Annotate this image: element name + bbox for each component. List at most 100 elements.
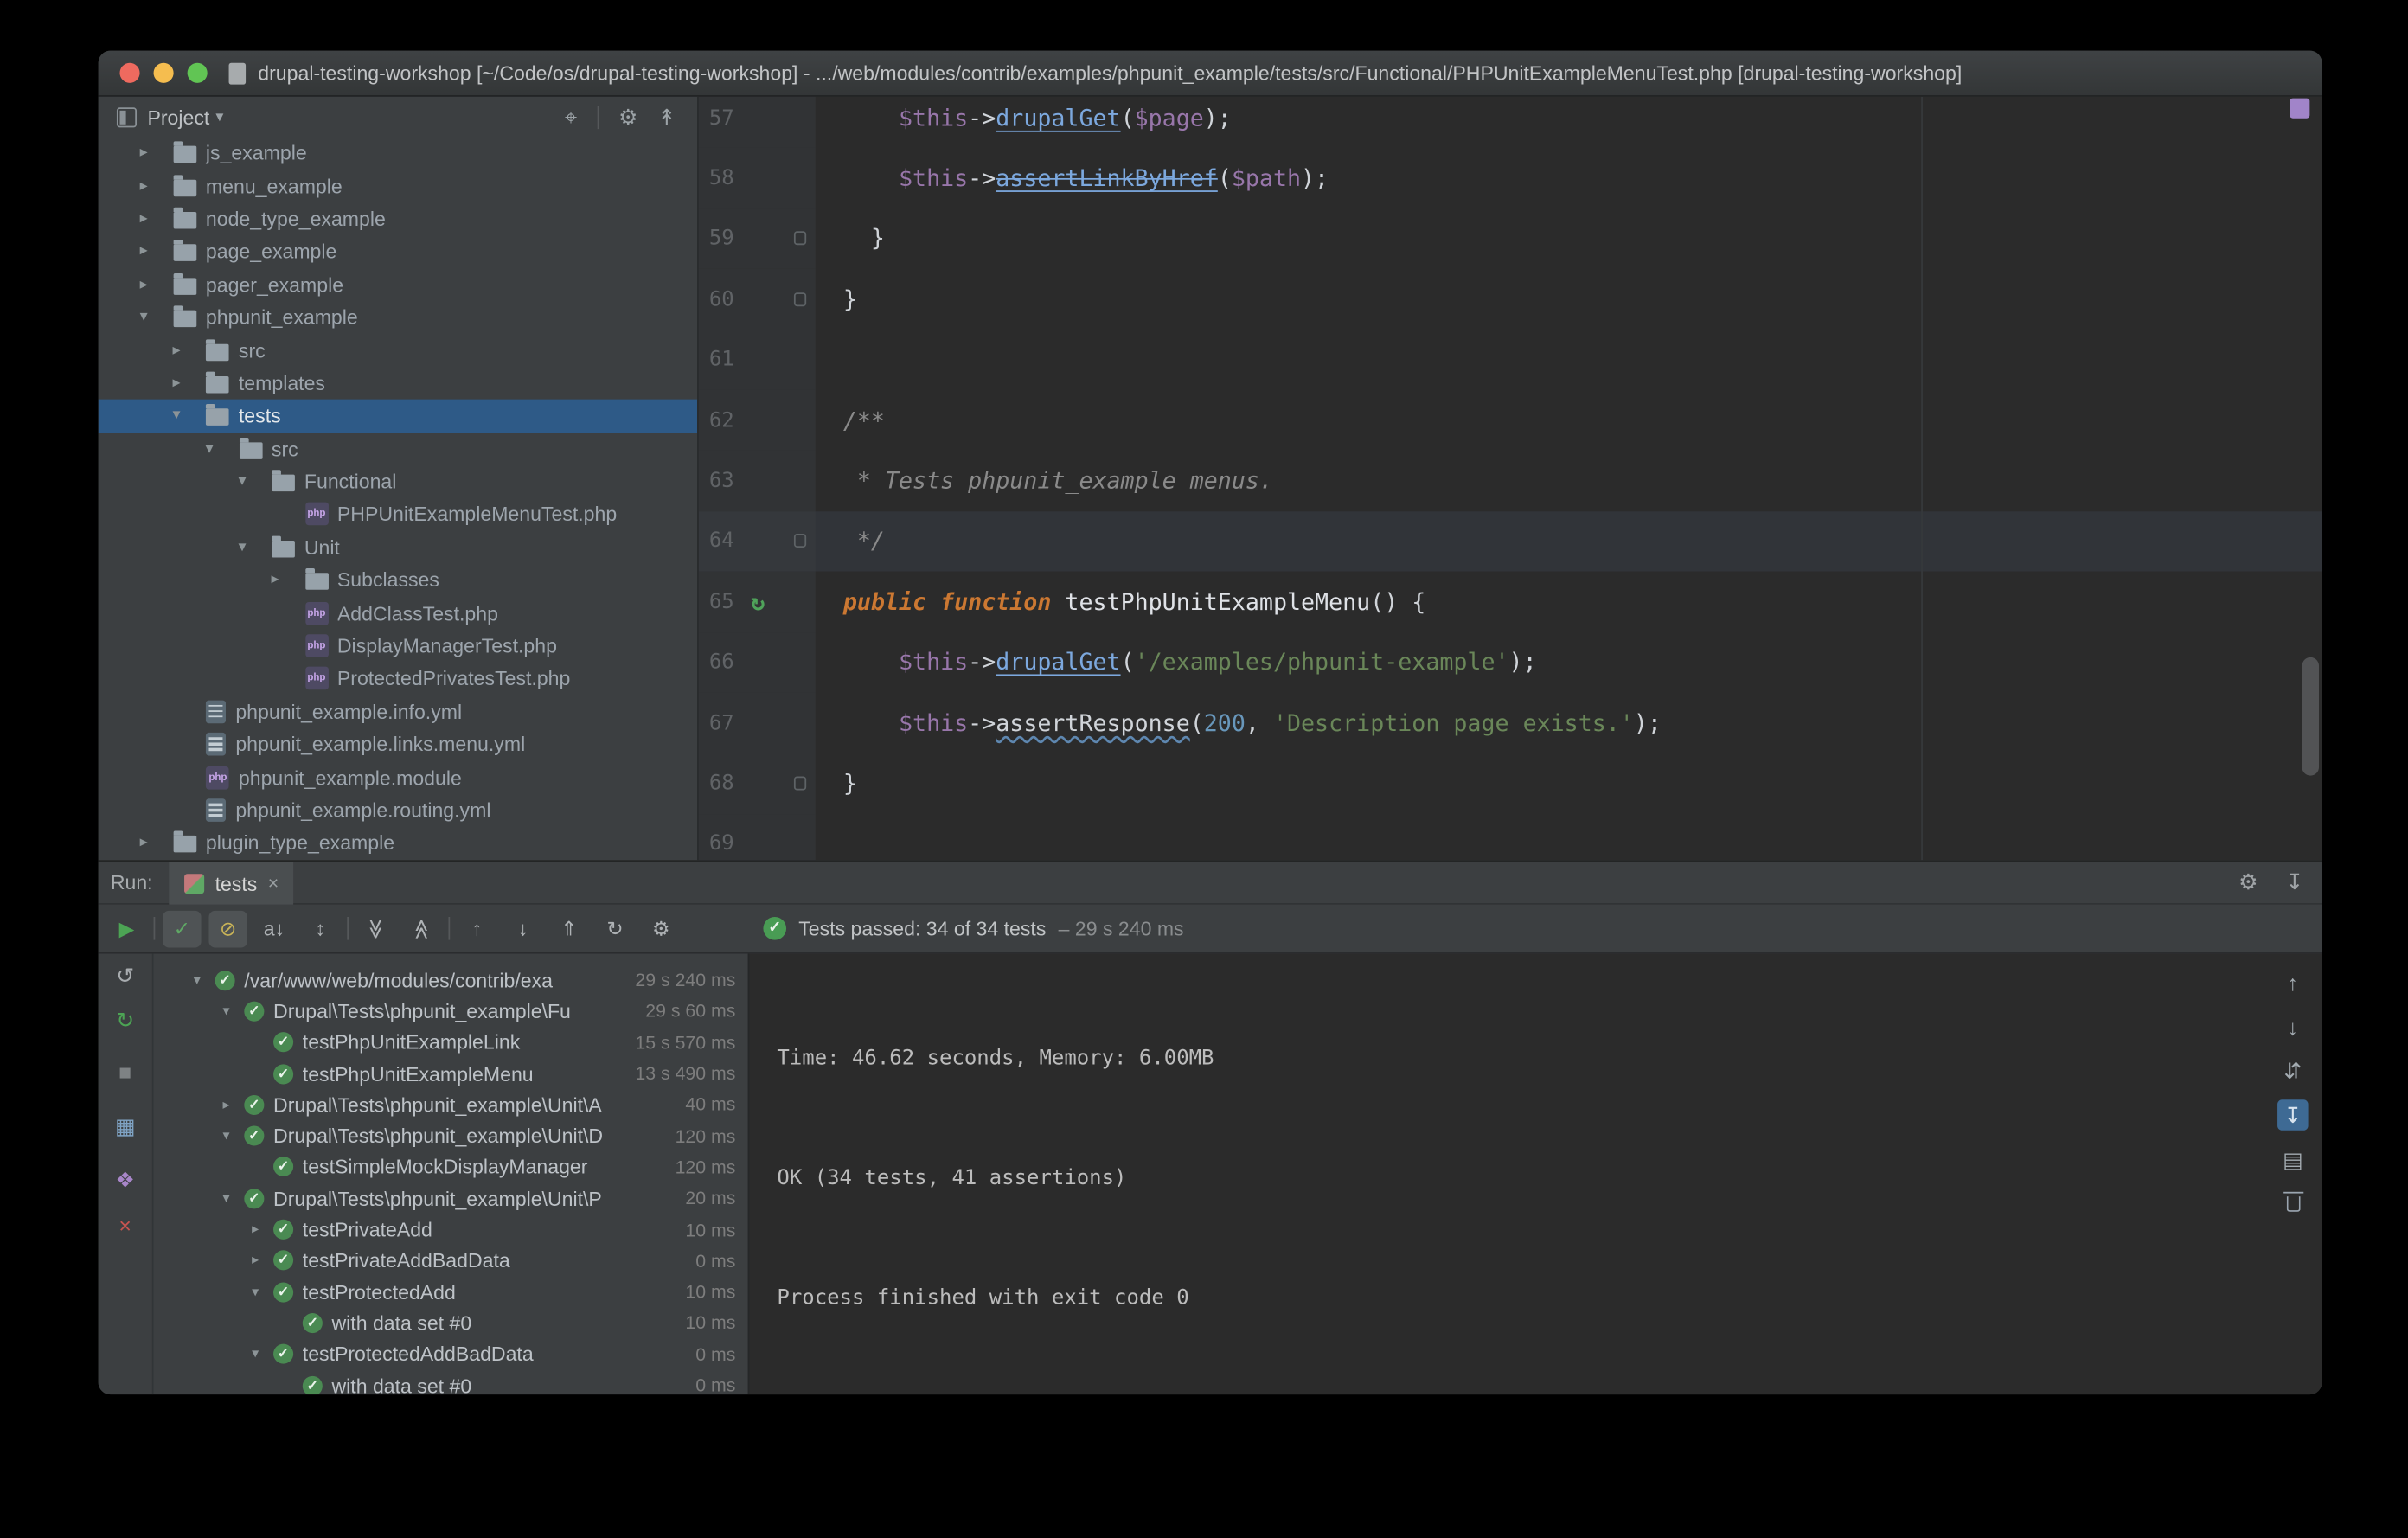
- run-tab-tests[interactable]: tests ×: [169, 862, 294, 905]
- project-panel-title[interactable]: Project: [147, 106, 209, 129]
- show-ignored-toggle[interactable]: ⊘: [208, 909, 247, 947]
- chevron-down-icon[interactable]: ▾: [222, 1127, 244, 1144]
- test-tree-row[interactable]: ▸ ✓ Drupal\Tests\phpunit_example\Unit\A 40 …: [154, 1089, 748, 1120]
- chevron-down-icon[interactable]: ▾: [222, 1190, 244, 1208]
- fold-marker-icon[interactable]: [793, 232, 807, 247]
- chevron-down-icon[interactable]: ▾: [222, 1003, 244, 1020]
- project-tree-item[interactable]: ▸ src: [99, 334, 697, 367]
- project-tree-item[interactable]: ▸ templates: [99, 367, 697, 400]
- test-tree-row[interactable]: ✓ with data set #0 0 ms: [154, 1370, 748, 1395]
- chevron-right-icon[interactable]: ▸: [140, 243, 174, 260]
- project-tree-item[interactable]: ▾ Unit: [99, 531, 697, 564]
- chevron-down-icon[interactable]: ▾: [252, 1284, 273, 1301]
- chevron-right-icon[interactable]: ▸: [140, 210, 174, 227]
- soft-wrap-button[interactable]: ⇵: [2277, 1055, 2309, 1086]
- pin-tab-icon[interactable]: ❖: [110, 1164, 141, 1195]
- print-console-button[interactable]: ▤: [2277, 1144, 2309, 1176]
- rerun-tests-button[interactable]: ▶: [107, 910, 145, 947]
- prev-occurrence-button[interactable]: ↑: [2277, 968, 2309, 999]
- code-line[interactable]: 69: [698, 813, 2322, 861]
- test-tree-row[interactable]: ▾ ✓ Drupal\Tests\phpunit_example\Unit\P 20 …: [154, 1182, 748, 1214]
- sort-alphabetically-toggle[interactable]: a↓: [255, 910, 293, 947]
- previous-failed-test-button[interactable]: ↑: [458, 910, 496, 947]
- project-tree-item[interactable]: ▸ plugin_type_example: [99, 827, 697, 860]
- close-tab-icon[interactable]: ×: [268, 872, 279, 894]
- test-tree-row[interactable]: ▸ ✓ testPrivateAddBadData 0 ms: [154, 1245, 748, 1276]
- inspection-marker[interactable]: [2290, 98, 2310, 119]
- chevron-right-icon[interactable]: ▸: [140, 276, 174, 293]
- code-line[interactable]: 64 */: [698, 510, 2322, 572]
- chevron-down-icon[interactable]: ▾: [206, 440, 240, 458]
- project-tree-item[interactable]: ▾ Functional: [99, 465, 697, 498]
- import-test-results-button[interactable]: ⇑: [550, 910, 588, 947]
- project-tree-item[interactable]: ▸ Subclasses: [99, 564, 697, 597]
- test-tree-row[interactable]: ▾ ✓ Drupal\Tests\phpunit_example\Fu 29 s 60…: [154, 996, 748, 1027]
- chevron-right-icon[interactable]: ▸: [140, 144, 174, 162]
- next-failed-test-button[interactable]: ↓: [503, 910, 541, 947]
- project-tree-item[interactable]: php DisplayManagerTest.php: [99, 630, 697, 663]
- code-line[interactable]: 62 /**: [698, 389, 2322, 451]
- project-tree-item[interactable]: ▾ src: [99, 433, 697, 465]
- code-line[interactable]: 59 }: [698, 208, 2322, 270]
- test-tree-row[interactable]: ▾ ✓ testProtectedAddBadData 0 ms: [154, 1338, 748, 1369]
- close-window-button[interactable]: [119, 62, 140, 83]
- project-tree-item[interactable]: php PHPUnitExampleMenuTest.php: [99, 498, 697, 531]
- close-panel-icon[interactable]: ×: [110, 1210, 141, 1241]
- chevron-right-icon[interactable]: ▸: [222, 1096, 244, 1113]
- test-tree-row[interactable]: ▾ ✓ /var/www/web/modules/contrib/exa 29 s 2…: [154, 964, 748, 996]
- collapse-all-button[interactable]: ≫: [403, 909, 440, 947]
- chevron-right-icon[interactable]: ▸: [173, 342, 207, 359]
- next-occurrence-button[interactable]: ↓: [2277, 1012, 2309, 1043]
- dump-threads-icon[interactable]: ▦: [110, 1111, 141, 1142]
- code-line[interactable]: 58 $this->assertLinkByHref($path);: [698, 148, 2322, 209]
- project-tree-item[interactable]: phpunit_example.routing.yml: [99, 794, 697, 827]
- code-line[interactable]: 68 }: [698, 753, 2322, 814]
- run-test-icon[interactable]: ↻: [751, 588, 765, 616]
- project-tree-item[interactable]: php phpunit_example.module: [99, 761, 697, 794]
- expand-all-button[interactable]: ≫: [357, 909, 394, 947]
- test-tree-row[interactable]: ✓ with data set #0 10 ms: [154, 1307, 748, 1338]
- code-line[interactable]: 60 }: [698, 269, 2322, 330]
- chevron-down-icon[interactable]: ▾: [173, 407, 207, 425]
- project-tree-item[interactable]: ▸ menu_example: [99, 170, 697, 202]
- test-tree-row[interactable]: ▾ ✓ Drupal\Tests\phpunit_example\Unit\D 120…: [154, 1120, 748, 1151]
- zoom-window-button[interactable]: [187, 62, 208, 83]
- code-line[interactable]: 65 ↻ public function testPhpUnitExampleMe…: [698, 571, 2322, 632]
- run-panel-settings-button[interactable]: ⚙: [2238, 869, 2258, 895]
- stop-icon[interactable]: ■: [110, 1057, 141, 1088]
- chevron-right-icon[interactable]: ▸: [173, 375, 207, 392]
- minimize-window-button[interactable]: [153, 62, 174, 83]
- project-tree-item[interactable]: ▸ page_example: [99, 235, 697, 268]
- test-tree-row[interactable]: ✓ testPhpUnitExampleLink 15 s 570 ms: [154, 1027, 748, 1058]
- chevron-right-icon[interactable]: ▸: [272, 572, 305, 589]
- collapse-all-button[interactable]: ↟: [657, 104, 676, 130]
- chevron-right-icon[interactable]: ▸: [140, 177, 174, 195]
- project-tree-item[interactable]: ▾ phpunit_example: [99, 301, 697, 334]
- test-tree-row[interactable]: ✓ testPhpUnitExampleMenu 13 s 490 ms: [154, 1058, 748, 1089]
- fold-marker-icon[interactable]: [793, 292, 807, 306]
- project-tree-item[interactable]: ▸ pager_example: [99, 268, 697, 301]
- test-history-button[interactable]: ↻: [596, 910, 634, 947]
- chevron-down-icon[interactable]: ▾: [140, 309, 174, 326]
- rerun-failed-tests-icon[interactable]: ↻: [110, 1004, 141, 1035]
- chevron-down-icon[interactable]: ▾: [252, 1346, 273, 1363]
- chevron-down-icon[interactable]: ▾: [215, 108, 223, 125]
- sort-by-duration-toggle[interactable]: ↕: [301, 910, 339, 947]
- test-tree-row[interactable]: ▾ ✓ testProtectedAdd 10 ms: [154, 1276, 748, 1307]
- code-line[interactable]: 61: [698, 329, 2322, 390]
- code-line[interactable]: 63 * Tests phpunit_example menus.: [698, 450, 2322, 511]
- test-tree-row[interactable]: ✓ testSimpleMockDisplayManager 120 ms: [154, 1151, 748, 1182]
- project-tree-item[interactable]: php ProtectedPrivatesTest.php: [99, 663, 697, 695]
- test-tree-row[interactable]: ▸ ✓ testPrivateAdd 10 ms: [154, 1214, 748, 1245]
- fold-marker-icon[interactable]: [793, 776, 807, 791]
- code-line[interactable]: 67 $this->assertResponse(200, 'Descripti…: [698, 692, 2322, 753]
- test-console[interactable]: Time: 46.62 seconds, Memory: 6.00MB OK (3…: [747, 953, 2322, 1395]
- project-tree-item[interactable]: phpunit_example.info.yml: [99, 695, 697, 728]
- clear-console-button[interactable]: [2277, 1189, 2309, 1220]
- fold-marker-icon[interactable]: [793, 534, 807, 548]
- code-line[interactable]: 57 $this->drupalGet($page);: [698, 96, 2322, 149]
- project-tree-item[interactable]: ▸ js_example: [99, 137, 697, 170]
- code-editor[interactable]: 57 $this->drupalGet($page); 58 $this->ass…: [698, 96, 2322, 861]
- run-configuration-settings-button[interactable]: ⚙: [642, 910, 680, 947]
- scroll-to-end-button[interactable]: ↧: [2277, 1099, 2309, 1131]
